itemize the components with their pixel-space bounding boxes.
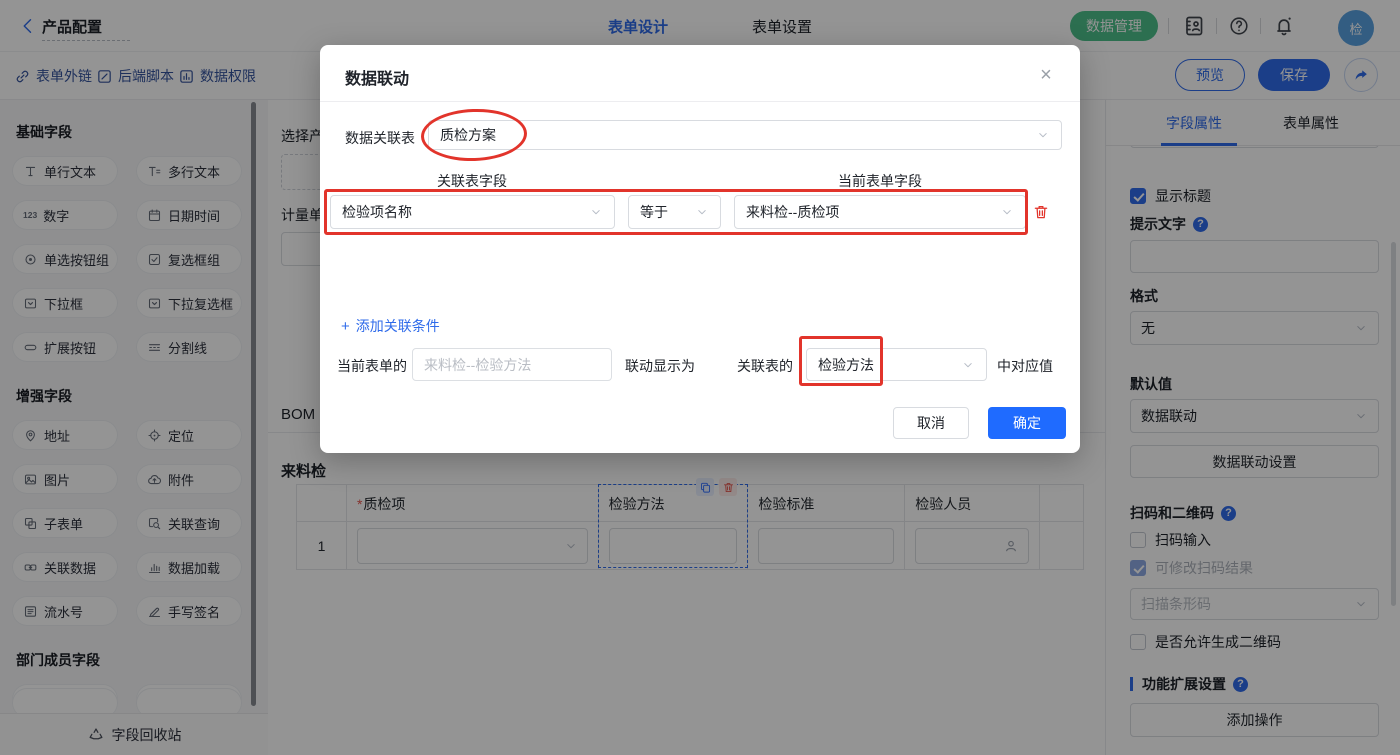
mapping-current-field-input[interactable]: 来料检--检验方法 [412, 348, 612, 381]
confirm-button[interactable]: 确定 [988, 407, 1066, 439]
mapping-rel-prefix-label: 关联表的 [737, 358, 793, 374]
mapping-prefix-label: 当前表单的 [337, 358, 407, 374]
relation-field-value: 检验项名称 [342, 204, 412, 220]
mapping-middle-label: 联动显示为 [625, 358, 695, 374]
divider [320, 101, 1080, 102]
column-header-right: 当前表单字段 [838, 173, 922, 189]
mapping-rel-field-value: 检验方法 [818, 356, 874, 373]
plus-icon: + [341, 317, 350, 335]
operator-value: 等于 [640, 204, 668, 220]
chevron-down-icon [695, 205, 709, 219]
relation-table-label: 数据关联表 [345, 130, 415, 146]
add-condition-label: 添加关联条件 [355, 318, 440, 334]
confirm-label: 确定 [1013, 415, 1041, 431]
relation-table-value: 质检方案 [440, 127, 496, 143]
relation-table-select[interactable]: 质检方案 [428, 120, 1062, 150]
chevron-down-icon [589, 205, 603, 219]
mapping-rel-field-select[interactable]: 检验方法 [806, 348, 987, 381]
app-root: 产品配置 表单设计 表单设置 数据管理 检 表单外链 后端脚本 数据权限 预览 … [0, 0, 1400, 755]
trash-icon [1032, 203, 1050, 221]
modal-title: 数据联动 [345, 71, 410, 88]
cancel-button[interactable]: 取消 [893, 407, 969, 439]
chevron-down-icon [1036, 128, 1050, 142]
close-icon[interactable]: × [1034, 63, 1058, 87]
column-header-left: 关联表字段 [437, 173, 507, 189]
chevron-down-icon [961, 358, 975, 372]
operator-select[interactable]: 等于 [628, 195, 721, 229]
chevron-down-icon [1000, 205, 1014, 219]
add-condition-link[interactable]: + 添加关联条件 [341, 316, 440, 336]
current-field-value: 来料检--质检项 [746, 204, 840, 220]
delete-condition-button[interactable] [1032, 203, 1050, 221]
mapping-current-field-value: 来料检--检验方法 [424, 356, 532, 373]
cancel-label: 取消 [917, 415, 945, 431]
data-linkage-modal: 数据联动 × 数据关联表 质检方案 关联表字段 当前表单字段 检验项名称 等于 … [320, 45, 1080, 453]
relation-field-select[interactable]: 检验项名称 [330, 195, 615, 229]
current-field-select[interactable]: 来料检--质检项 [734, 195, 1026, 229]
mapping-suffix-label: 中对应值 [997, 358, 1053, 374]
